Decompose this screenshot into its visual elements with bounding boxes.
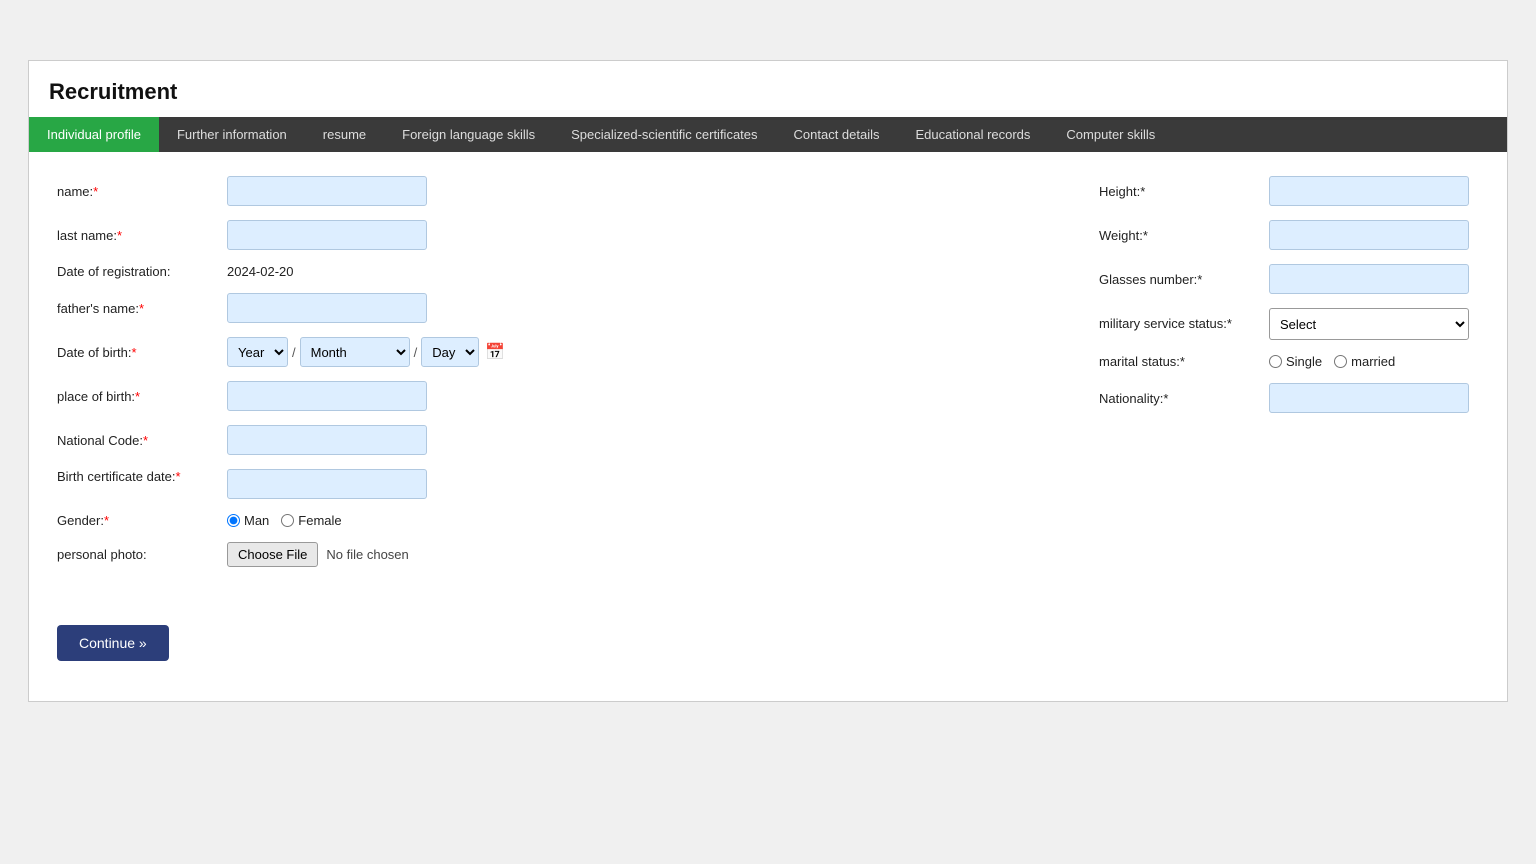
marital-married-radio[interactable] bbox=[1334, 355, 1347, 368]
tab-contact-details[interactable]: Contact details bbox=[776, 117, 898, 152]
glasses-number-input[interactable] bbox=[1269, 264, 1469, 294]
form-left: name:* last name:* Date of registration:… bbox=[57, 176, 1059, 581]
glasses-number-row: Glasses number:* bbox=[1099, 264, 1479, 294]
nationality-input[interactable] bbox=[1269, 383, 1469, 413]
military-service-status-label: military service status:* bbox=[1099, 315, 1259, 333]
last-name-label: last name:* bbox=[57, 228, 217, 243]
gender-row: Gender:* Man Female bbox=[57, 513, 1059, 528]
birth-certificate-date-label: Birth certificate date:* bbox=[57, 469, 217, 484]
name-label: name:* bbox=[57, 184, 217, 199]
personal-photo-row: personal photo: Choose File No file chos… bbox=[57, 542, 1059, 567]
weight-input[interactable] bbox=[1269, 220, 1469, 250]
marital-single-radio[interactable] bbox=[1269, 355, 1282, 368]
marital-status-radio-group: Single married bbox=[1269, 354, 1395, 369]
gender-female-radio[interactable] bbox=[281, 514, 294, 527]
date-of-registration-label: Date of registration: bbox=[57, 264, 217, 279]
last-name-row: last name:* bbox=[57, 220, 1059, 250]
tab-further-information[interactable]: Further information bbox=[159, 117, 305, 152]
height-label: Height:* bbox=[1099, 184, 1259, 199]
marital-status-label: marital status:* bbox=[1099, 354, 1259, 369]
national-code-input[interactable] bbox=[227, 425, 427, 455]
birth-certificate-date-input[interactable] bbox=[227, 469, 427, 499]
date-of-registration-value: 2024-02-20 bbox=[227, 264, 294, 279]
date-of-registration-row: Date of registration: 2024-02-20 bbox=[57, 264, 1059, 279]
weight-label: Weight:* bbox=[1099, 228, 1259, 243]
fathers-name-row: father's name:* bbox=[57, 293, 1059, 323]
dob-container: Year / Month / Day 📅 bbox=[227, 337, 505, 367]
date-of-birth-row: Date of birth:* Year / Month / Day 📅 bbox=[57, 337, 1059, 367]
file-upload-container: Choose File No file chosen bbox=[227, 542, 409, 567]
tab-educational-records[interactable]: Educational records bbox=[898, 117, 1049, 152]
gender-label: Gender:* bbox=[57, 513, 217, 528]
name-row: name:* bbox=[57, 176, 1059, 206]
place-of-birth-input[interactable] bbox=[227, 381, 427, 411]
continue-button[interactable]: Continue » bbox=[57, 625, 169, 661]
gender-man-option[interactable]: Man bbox=[227, 513, 269, 528]
choose-file-button[interactable]: Choose File bbox=[227, 542, 318, 567]
place-of-birth-row: place of birth:* bbox=[57, 381, 1059, 411]
height-row: Height:* bbox=[1099, 176, 1479, 206]
height-input[interactable] bbox=[1269, 176, 1469, 206]
tab-individual-profile[interactable]: Individual profile bbox=[29, 117, 159, 152]
military-service-status-row: military service status:* Select bbox=[1099, 308, 1479, 340]
tab-specialized-scientific-certificates[interactable]: Specialized-scientific certificates bbox=[553, 117, 775, 152]
personal-photo-label: personal photo: bbox=[57, 547, 217, 562]
calendar-icon[interactable]: 📅 bbox=[485, 342, 505, 362]
form-area: name:* last name:* Date of registration:… bbox=[29, 152, 1507, 605]
dob-day-select[interactable]: Day bbox=[421, 337, 479, 367]
gender-female-option[interactable]: Female bbox=[281, 513, 341, 528]
tab-resume[interactable]: resume bbox=[305, 117, 384, 152]
gender-man-radio[interactable] bbox=[227, 514, 240, 527]
name-input[interactable] bbox=[227, 176, 427, 206]
fathers-name-input[interactable] bbox=[227, 293, 427, 323]
glasses-number-label: Glasses number:* bbox=[1099, 272, 1259, 287]
marital-status-row: marital status:* Single married bbox=[1099, 354, 1479, 369]
tab-computer-skills[interactable]: Computer skills bbox=[1048, 117, 1173, 152]
form-right: Height:* Weight:* Glasses number:* bbox=[1099, 176, 1479, 581]
gender-radio-group: Man Female bbox=[227, 513, 342, 528]
marital-married-option[interactable]: married bbox=[1334, 354, 1395, 369]
last-name-input[interactable] bbox=[227, 220, 427, 250]
birth-certificate-date-row: Birth certificate date:* bbox=[57, 469, 1059, 499]
page-container: Recruitment Individual profile Further i… bbox=[28, 60, 1508, 702]
national-code-row: National Code:* bbox=[57, 425, 1059, 455]
dob-month-select[interactable]: Month bbox=[300, 337, 410, 367]
nationality-row: Nationality:* bbox=[1099, 383, 1479, 413]
place-of-birth-label: place of birth:* bbox=[57, 389, 217, 404]
fathers-name-label: father's name:* bbox=[57, 301, 217, 316]
military-service-status-select[interactable]: Select bbox=[1269, 308, 1469, 340]
weight-row: Weight:* bbox=[1099, 220, 1479, 250]
nationality-label: Nationality:* bbox=[1099, 391, 1259, 406]
national-code-label: National Code:* bbox=[57, 433, 217, 448]
tab-bar: Individual profile Further information r… bbox=[29, 117, 1507, 152]
dob-year-select[interactable]: Year bbox=[227, 337, 288, 367]
date-of-birth-label: Date of birth:* bbox=[57, 345, 217, 360]
marital-single-option[interactable]: Single bbox=[1269, 354, 1322, 369]
tab-foreign-language-skills[interactable]: Foreign language skills bbox=[384, 117, 553, 152]
page-title: Recruitment bbox=[29, 61, 1507, 117]
no-file-text: No file chosen bbox=[326, 547, 408, 562]
